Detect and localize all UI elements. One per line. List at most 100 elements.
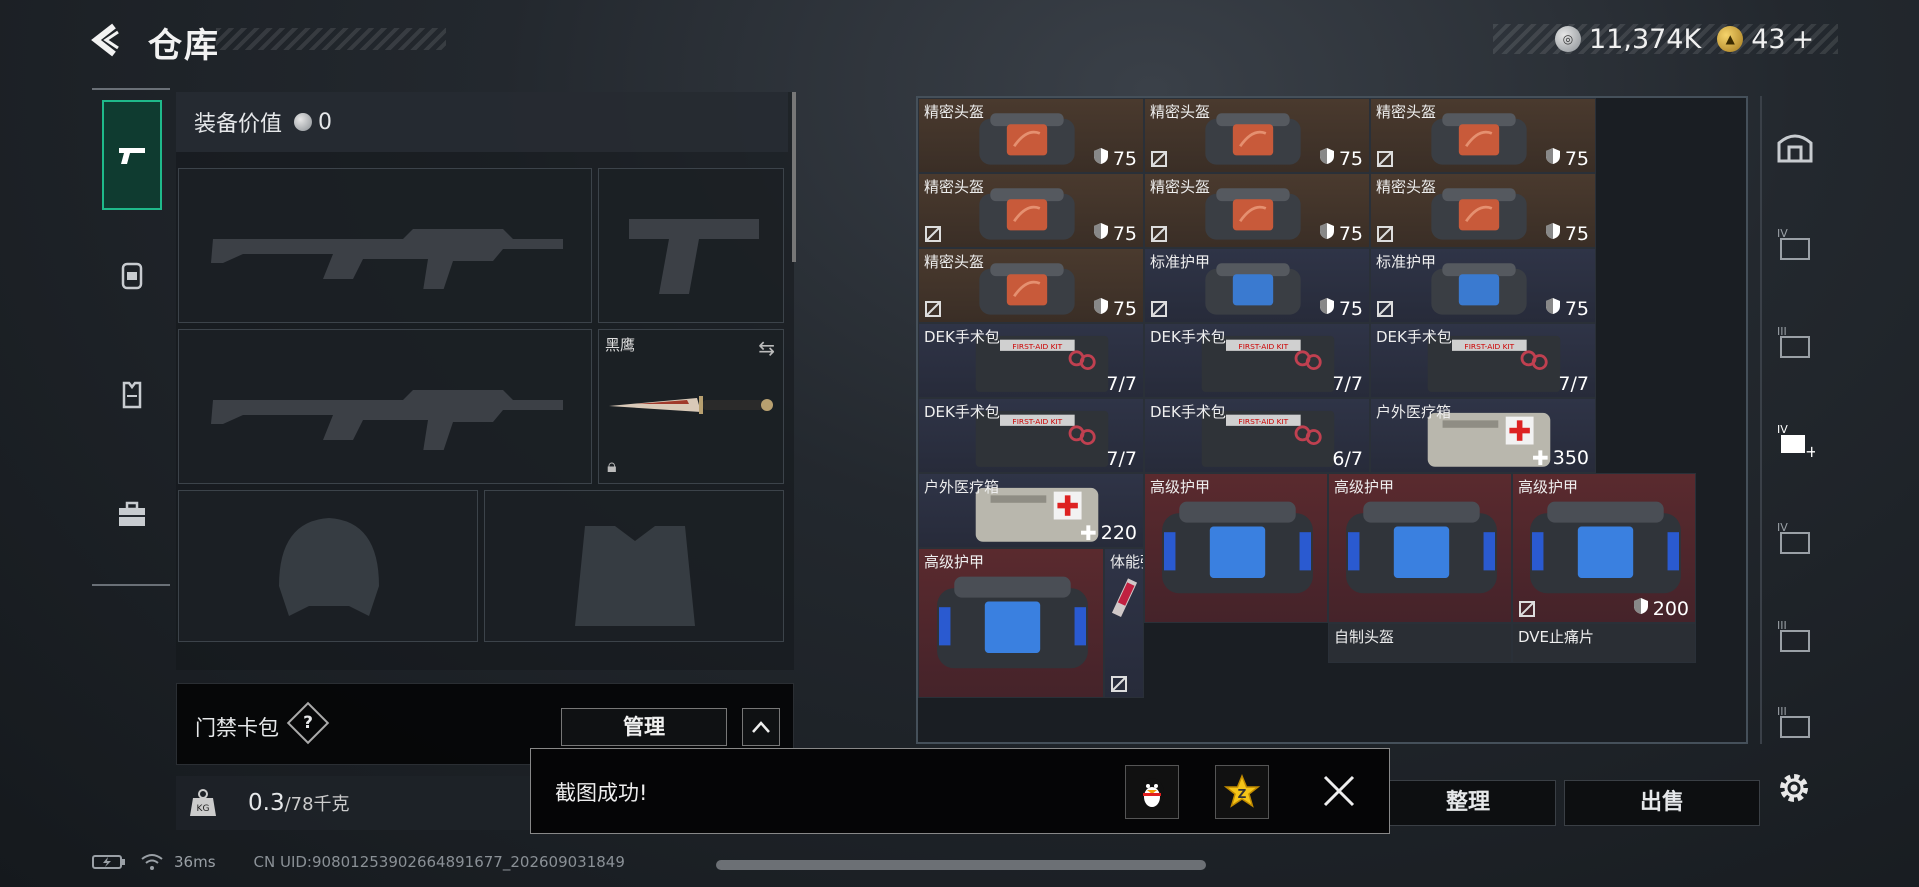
tab-storage-add[interactable]: IV + (1772, 418, 1818, 464)
share-qq-button[interactable] (1125, 765, 1179, 819)
grid-item[interactable]: 高级护甲 (918, 548, 1104, 698)
primary-weapon-slot[interactable] (178, 168, 592, 323)
item-value-text: 75 (1112, 147, 1137, 170)
uninsured-icon (1376, 300, 1394, 318)
grid-item[interactable]: 体能强化剂 (1104, 548, 1144, 698)
grid-item[interactable]: 标准护甲 75 (1144, 248, 1370, 323)
storage-add-icon: IV + (1777, 423, 1815, 461)
grid-item[interactable]: FIRST-AID KIT DEK手术包 7/7 (918, 323, 1144, 398)
helmet-icon (972, 255, 1082, 322)
helmet-slot[interactable] (178, 490, 478, 642)
add-ticket-button[interactable]: + (1792, 24, 1815, 55)
sell-button[interactable]: 出售 (1564, 780, 1760, 826)
uninsured-icon (1150, 300, 1168, 318)
pistol-slot[interactable] (598, 168, 784, 323)
manage-button[interactable]: 管理 (561, 708, 727, 746)
grid-item[interactable]: 精密头盔 75 (918, 173, 1144, 248)
share-qzone-button[interactable]: Z (1215, 765, 1269, 819)
equipment-scrollbar[interactable] (792, 92, 796, 262)
armor-slot[interactable] (484, 490, 784, 642)
help-icon[interactable]: ? (286, 701, 330, 745)
tab-storage-3[interactable]: III (1772, 320, 1818, 366)
melee-name: 黑鹰 (605, 336, 636, 354)
item-value: 75 (1545, 222, 1589, 245)
briefcase-icon (119, 501, 145, 526)
heavy-icon (1155, 494, 1320, 603)
grid-item[interactable]: 自制头盔 (1328, 623, 1512, 663)
shield-icon (1319, 222, 1335, 245)
category-rail (92, 88, 170, 586)
equipment-value: 0 (318, 109, 333, 135)
shield-icon (1545, 222, 1561, 245)
grid-item[interactable]: FIRST-AID KIT DEK手术包 7/7 (1144, 323, 1370, 398)
item-value: 75 (1093, 297, 1137, 320)
star-icon: Z (1223, 774, 1261, 808)
item-value-text: 7/7 (1106, 448, 1137, 470)
tab-weapons[interactable] (102, 100, 162, 210)
grid-item[interactable]: 精密头盔 75 (1370, 173, 1596, 248)
svg-text:FIRST-AID KIT: FIRST-AID KIT (1238, 342, 1288, 351)
grid-item[interactable]: 标准护甲 75 (1370, 248, 1596, 323)
tab-case[interactable] (102, 460, 162, 570)
grid-item[interactable]: 精密头盔 75 (918, 98, 1144, 173)
ticket-icon: ▲ (1717, 26, 1744, 52)
grid-item[interactable]: 户外医疗箱 ✚ 220 (918, 473, 1144, 548)
item-value-text: 75 (1564, 297, 1589, 320)
uninsured-icon (1518, 600, 1536, 618)
settings-button[interactable] (1772, 766, 1816, 810)
tab-storage-3b[interactable]: III (1772, 614, 1818, 660)
keycard-label: 门禁卡包 (195, 716, 279, 740)
item-name: 高级护甲 (1150, 478, 1211, 496)
tab-storage-3c[interactable]: III (1772, 700, 1818, 746)
grid-item[interactable]: 精密头盔 75 (1370, 98, 1596, 173)
item-value: 7/7 (1106, 373, 1137, 395)
tab-storage-4[interactable]: IV (1772, 222, 1818, 268)
back-button[interactable] (88, 18, 128, 62)
page-title: 仓库 (148, 26, 220, 66)
item-value: 75 (1319, 147, 1363, 170)
storage-box-icon: III (1777, 705, 1810, 738)
heavy-icon (930, 569, 1095, 678)
secondary-weapon-slot[interactable] (178, 329, 592, 484)
grid-item[interactable]: 高级护甲 200 (1512, 473, 1696, 623)
item-value: 75 (1093, 222, 1137, 245)
item-value: 7/7 (1332, 373, 1363, 395)
swap-icon[interactable]: ⇆ (758, 336, 775, 360)
grid-item[interactable]: FIRST-AID KIT DEK手术包 7/7 (918, 398, 1144, 473)
equipment-value-label: 装备价值 (194, 112, 283, 137)
grid-item[interactable]: 精密头盔 75 (1144, 173, 1370, 248)
tab-vest[interactable] (102, 340, 162, 450)
grid-item[interactable]: 精密头盔 75 (1144, 98, 1370, 173)
chevron-up-icon (752, 721, 770, 733)
item-value-text: 75 (1338, 297, 1363, 320)
vest-icon (122, 381, 142, 409)
coin-amount: 11,374K (1589, 23, 1702, 55)
close-icon[interactable] (1319, 771, 1359, 811)
grid-item[interactable]: 精密头盔 75 (918, 248, 1144, 323)
item-value: 7/7 (1558, 373, 1589, 395)
grid-item[interactable]: 户外医疗箱 ✚ 350 (1370, 398, 1596, 473)
grid-item[interactable]: 高级护甲 (1144, 473, 1328, 623)
helmet-icon (1424, 105, 1534, 172)
grid-item[interactable]: DVE止痛片 (1512, 623, 1696, 663)
pistol-silhouette-icon (629, 219, 759, 294)
armor-silhouette-icon (575, 526, 695, 626)
grid-item[interactable]: FIRST-AID KIT DEK手术包 7/7 (1370, 323, 1596, 398)
shield-icon (1319, 297, 1335, 320)
helmet-icon (972, 105, 1082, 172)
tab-storage-4b[interactable]: IV (1772, 516, 1818, 562)
expand-button[interactable] (742, 708, 780, 746)
item-name: 精密头盔 (924, 178, 985, 196)
shield-icon (1093, 147, 1109, 170)
tab-backpack[interactable] (102, 220, 162, 330)
storage-box-icon: III (1777, 619, 1810, 652)
tab-safebox[interactable] (1772, 124, 1818, 170)
grid-item[interactable]: 高级护甲 (1328, 473, 1512, 623)
backpack-icon (121, 262, 143, 290)
shield-icon (1093, 297, 1109, 320)
grid-item[interactable]: FIRST-AID KIT DEK手术包 6/7 (1144, 398, 1370, 473)
item-value: 75 (1319, 222, 1363, 245)
tidy-button[interactable]: 整理 (1380, 780, 1556, 826)
home-indicator[interactable] (716, 860, 1206, 870)
melee-slot[interactable]: 黑鹰 ⇆ 🔒︎ (598, 329, 784, 484)
